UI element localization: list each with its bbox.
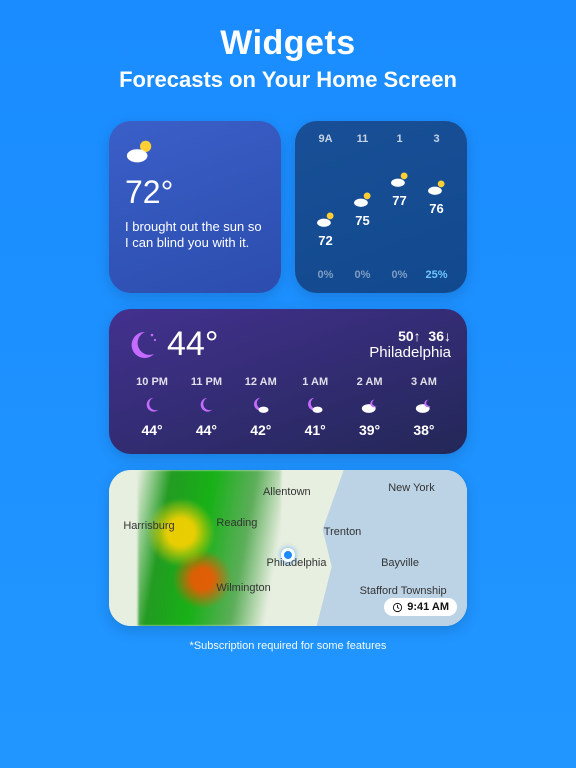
map-radar bbox=[138, 470, 281, 626]
widget-radar-map[interactable]: Allentown New York Harrisburg Reading Trento… bbox=[109, 470, 467, 626]
forecast-temp: 44° bbox=[141, 422, 162, 438]
widget-hourly-small[interactable]: 9A 72 0%11 75 0%1 77 0%3 76 25% bbox=[295, 121, 467, 293]
wide-temp: 44° bbox=[167, 325, 218, 364]
map-city-label: Reading bbox=[216, 517, 257, 529]
forecast-temp: 39° bbox=[359, 422, 380, 438]
wide-city: Philadelphia bbox=[369, 344, 451, 361]
hourly-col: 9A 72 0% bbox=[307, 133, 344, 281]
map-city-label: Bayville bbox=[381, 557, 419, 569]
hourly-temp: 77 bbox=[392, 193, 406, 208]
widget-current[interactable]: 72° I brought out the sun so I can blind… bbox=[109, 121, 281, 293]
mooncloud-icon bbox=[305, 396, 325, 416]
map-city-label: Stafford Township bbox=[360, 585, 447, 597]
hourly-label: 9A bbox=[318, 133, 332, 145]
forecast-time: 10 PM bbox=[136, 376, 168, 388]
widget-wide-forecast[interactable]: 44° 50↑ 36↓ Philadelphia 10 PM 44°11 PM … bbox=[109, 309, 467, 454]
forecast-temp: 38° bbox=[413, 422, 434, 438]
hourly-temp: 75 bbox=[355, 213, 369, 228]
clock-icon bbox=[392, 602, 403, 613]
moon-icon bbox=[142, 396, 162, 416]
mooncloud-icon bbox=[251, 396, 271, 416]
hourly-precip: 0% bbox=[392, 269, 408, 281]
map-city-label: Philadelphia bbox=[267, 557, 327, 569]
hourly-label: 11 bbox=[357, 133, 369, 145]
cloudmoon-icon bbox=[414, 396, 434, 416]
hourly-temp: 76 bbox=[429, 201, 443, 216]
forecast-temp: 42° bbox=[250, 422, 271, 438]
page-title: Widgets bbox=[220, 24, 355, 63]
disclaimer: *Subscription required for some features bbox=[190, 640, 387, 652]
hourly-precip: 0% bbox=[318, 269, 334, 281]
forecast-col: 12 AM 42° bbox=[234, 376, 288, 438]
current-temp: 72° bbox=[125, 174, 265, 211]
partly-cloudy-icon bbox=[352, 189, 374, 211]
hourly-label: 3 bbox=[433, 133, 439, 145]
hourly-precip: 25% bbox=[425, 269, 447, 281]
wide-hi: 50↑ bbox=[398, 328, 421, 344]
hourly-label: 1 bbox=[396, 133, 402, 145]
map-time-badge: 9:41 AM bbox=[384, 598, 457, 616]
forecast-time: 3 AM bbox=[411, 376, 437, 388]
partly-cloudy-icon bbox=[315, 209, 337, 231]
partly-cloudy-icon bbox=[389, 169, 411, 191]
wide-lo: 36↓ bbox=[428, 328, 451, 344]
partly-cloudy-icon bbox=[125, 137, 155, 167]
hourly-precip: 0% bbox=[355, 269, 371, 281]
forecast-time: 12 AM bbox=[245, 376, 277, 388]
forecast-col: 11 PM 44° bbox=[179, 376, 233, 438]
forecast-col: 1 AM 41° bbox=[288, 376, 342, 438]
map-city-label: New York bbox=[388, 482, 434, 494]
map-city-label: Harrisburg bbox=[123, 520, 174, 532]
map-city-label: Wilmington bbox=[216, 582, 270, 594]
forecast-time: 1 AM bbox=[302, 376, 328, 388]
hourly-col: 3 76 25% bbox=[418, 133, 455, 281]
forecast-time: 11 PM bbox=[191, 376, 222, 388]
cloudmoon-icon bbox=[360, 396, 380, 416]
map-city-label: Trenton bbox=[324, 526, 362, 538]
hourly-col: 11 75 0% bbox=[344, 133, 381, 281]
map-city-label: Allentown bbox=[263, 486, 311, 498]
moon-icon bbox=[125, 329, 157, 361]
forecast-temp: 41° bbox=[305, 422, 326, 438]
partly-cloudy-icon bbox=[426, 177, 448, 199]
forecast-temp: 44° bbox=[196, 422, 217, 438]
hourly-temp: 72 bbox=[318, 233, 332, 248]
moon-icon bbox=[196, 396, 216, 416]
forecast-col: 2 AM 39° bbox=[343, 376, 397, 438]
forecast-col: 10 PM 44° bbox=[125, 376, 179, 438]
map-time: 9:41 AM bbox=[407, 601, 449, 613]
forecast-col: 3 AM 38° bbox=[397, 376, 451, 438]
hourly-col: 1 77 0% bbox=[381, 133, 418, 281]
current-message: I brought out the sun so I can blind you… bbox=[125, 219, 265, 252]
forecast-time: 2 AM bbox=[357, 376, 383, 388]
map-location-pin bbox=[281, 548, 295, 562]
page-subtitle: Forecasts on Your Home Screen bbox=[119, 67, 457, 93]
